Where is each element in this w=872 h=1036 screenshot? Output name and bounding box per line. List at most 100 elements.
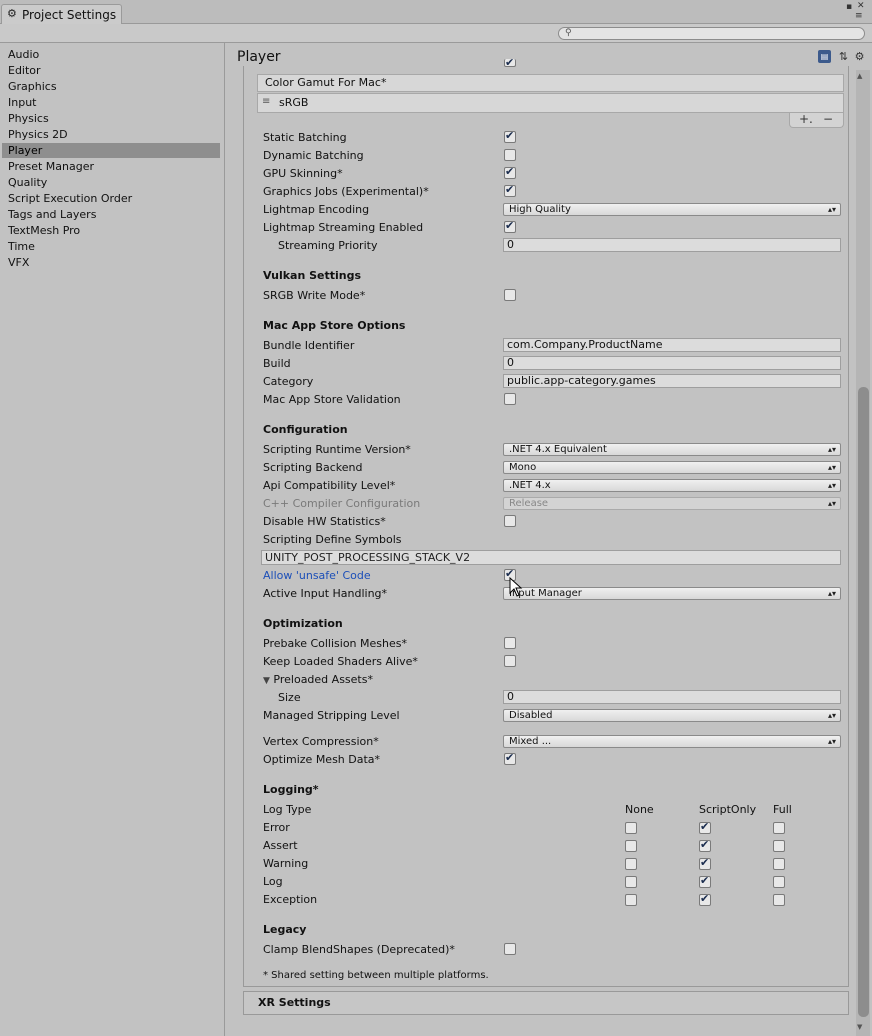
sidebar-item-vfx[interactable]: VFX — [2, 255, 220, 270]
cpp-config-dropdown: Release ▴▾ — [503, 497, 841, 510]
sidebar-item-preset-manager[interactable]: Preset Manager — [2, 159, 220, 174]
lightmap-encoding-dropdown[interactable]: High Quality ▴▾ — [503, 203, 841, 216]
gamut-list-item[interactable]: ≡ sRGB — [257, 93, 844, 113]
log-checkbox-full[interactable] — [773, 876, 785, 888]
close-icon[interactable]: ✕ — [857, 1, 865, 11]
streaming-priority-label: Streaming Priority — [278, 239, 378, 252]
stripping-label: Managed Stripping Level — [263, 709, 400, 722]
log-checkbox-none[interactable] — [625, 876, 637, 888]
disable-hw-stats-checkbox[interactable] — [504, 515, 516, 527]
mouse-cursor-icon — [509, 577, 523, 597]
toolbar: ⚲ — [0, 24, 872, 43]
xr-settings-heading: XR Settings — [258, 996, 331, 1009]
gpu-skinning-checkbox[interactable] — [504, 165, 516, 179]
window-menu-icon[interactable]: ▪ — [846, 2, 852, 12]
log-row-label: Error — [263, 821, 290, 834]
gpu-skinning-label: GPU Skinning* — [263, 167, 343, 180]
log-checkbox-none[interactable] — [625, 858, 637, 870]
graphics-jobs-checkbox[interactable] — [504, 183, 516, 197]
log-col-none: None — [625, 803, 654, 816]
book-icon[interactable]: ▤ — [818, 50, 831, 63]
lightmap-streaming-checkbox[interactable] — [504, 219, 516, 233]
input-handling-dropdown[interactable]: Input Manager ▴▾ — [503, 587, 841, 600]
search-input[interactable]: ⚲ — [558, 27, 865, 40]
log-row-label: Exception — [263, 893, 318, 906]
checkbox-partial[interactable] — [504, 56, 516, 69]
scrollbar-thumb[interactable] — [858, 387, 869, 1017]
log-checkbox-full[interactable] — [773, 822, 785, 834]
log-checkbox-none[interactable] — [625, 894, 637, 906]
runtime-dropdown[interactable]: .NET 4.x Equivalent ▴▾ — [503, 443, 841, 456]
dynamic-batching-checkbox[interactable] — [504, 149, 516, 161]
dropdown-value: .NET 4.x Equivalent — [509, 444, 607, 455]
dynamic-batching-label: Dynamic Batching — [263, 149, 364, 162]
optimize-mesh-checkbox[interactable] — [504, 751, 516, 765]
log-col-scriptonly: ScriptOnly — [699, 803, 757, 816]
context-menu-icon[interactable]: ≡ — [855, 11, 863, 21]
vertex-compression-dropdown[interactable]: Mixed ... ▴▾ — [503, 735, 841, 748]
gamut-list-header: Color Gamut For Mac* — [257, 74, 844, 92]
scroll-down-icon[interactable]: ▼ — [857, 1023, 862, 1031]
log-checkbox-none[interactable] — [625, 822, 637, 834]
sidebar-item-script-execution-order[interactable]: Script Execution Order — [2, 191, 220, 206]
dropdown-arrow-icon: ▴▾ — [827, 499, 836, 508]
remove-item-button[interactable]: − — [823, 113, 833, 125]
scroll-up-icon[interactable]: ▲ — [857, 72, 862, 80]
sliders-icon[interactable]: ⇅ — [837, 50, 850, 63]
store-validation-checkbox[interactable] — [504, 393, 516, 405]
log-checkbox-scriptonly[interactable] — [699, 820, 711, 834]
build-field[interactable]: 0 — [503, 356, 841, 370]
log-checkbox-full[interactable] — [773, 858, 785, 870]
add-item-button[interactable]: +. — [799, 113, 813, 125]
keep-shaders-checkbox[interactable] — [504, 655, 516, 667]
sidebar-item-tags-and-layers[interactable]: Tags and Layers — [2, 207, 220, 222]
log-checkbox-none[interactable] — [625, 840, 637, 852]
clamp-blendshapes-label: Clamp BlendShapes (Deprecated)* — [263, 943, 455, 956]
bundle-id-field[interactable]: com.Company.ProductName — [503, 338, 841, 352]
sidebar-item-graphics[interactable]: Graphics — [2, 79, 220, 94]
sidebar-item-physics-2d[interactable]: Physics 2D — [2, 127, 220, 142]
sidebar-item-time[interactable]: Time — [2, 239, 220, 254]
sidebar-item-player[interactable]: Player — [2, 143, 220, 158]
sidebar-item-editor[interactable]: Editor — [2, 63, 220, 78]
sidebar-item-input[interactable]: Input — [2, 95, 220, 110]
shared-setting-footnote: * Shared setting between multiple platfo… — [263, 970, 489, 981]
dropdown-arrow-icon: ▴▾ — [827, 205, 836, 214]
static-batching-label: Static Batching — [263, 131, 347, 144]
gamut-item-label: sRGB — [279, 96, 309, 109]
log-checkbox-scriptonly[interactable] — [699, 892, 711, 906]
clamp-blendshapes-checkbox[interactable] — [504, 943, 516, 955]
preloaded-assets-foldout[interactable]: ▼ Preloaded Assets* — [263, 673, 373, 686]
preloaded-size-field[interactable]: 0 — [503, 690, 841, 704]
sidebar-item-quality[interactable]: Quality — [2, 175, 220, 190]
log-checkbox-scriptonly[interactable] — [699, 856, 711, 870]
dropdown-arrow-icon: ▴▾ — [827, 445, 836, 454]
prebake-checkbox[interactable] — [504, 637, 516, 649]
store-validation-label: Mac App Store Validation — [263, 393, 401, 406]
api-level-label: Api Compatibility Level* — [263, 479, 396, 492]
xr-settings-foldout[interactable]: XR Settings — [243, 991, 849, 1015]
category-field[interactable]: public.app-category.games — [503, 374, 841, 388]
backend-dropdown[interactable]: Mono ▴▾ — [503, 461, 841, 474]
dropdown-value: High Quality — [509, 204, 571, 215]
log-checkbox-scriptonly[interactable] — [699, 838, 711, 852]
sidebar-item-textmesh-pro[interactable]: TextMesh Pro — [2, 223, 220, 238]
log-checkbox-full[interactable] — [773, 894, 785, 906]
log-checkbox-scriptonly[interactable] — [699, 874, 711, 888]
static-batching-checkbox[interactable] — [504, 129, 516, 143]
api-level-dropdown[interactable]: .NET 4.x ▴▾ — [503, 479, 841, 492]
sidebar-item-audio[interactable]: Audio — [2, 47, 220, 62]
log-checkbox-full[interactable] — [773, 840, 785, 852]
sidebar-item-physics[interactable]: Physics — [2, 111, 220, 126]
streaming-priority-field[interactable]: 0 — [503, 238, 841, 252]
tab-project-settings[interactable]: ⚙ Project Settings — [1, 4, 122, 24]
srgb-write-checkbox[interactable] — [504, 289, 516, 301]
dropdown-arrow-icon: ▴▾ — [827, 711, 836, 720]
define-symbols-field[interactable]: UNITY_POST_PROCESSING_STACK_V2 — [261, 550, 841, 565]
gear-icon[interactable]: ⚙ — [853, 50, 866, 63]
drag-handle-icon[interactable]: ≡ — [262, 96, 270, 107]
dropdown-value: Release — [509, 498, 549, 509]
page-title: Player — [237, 49, 281, 65]
stripping-dropdown[interactable]: Disabled ▴▾ — [503, 709, 841, 722]
optimization-heading: Optimization — [263, 617, 343, 630]
